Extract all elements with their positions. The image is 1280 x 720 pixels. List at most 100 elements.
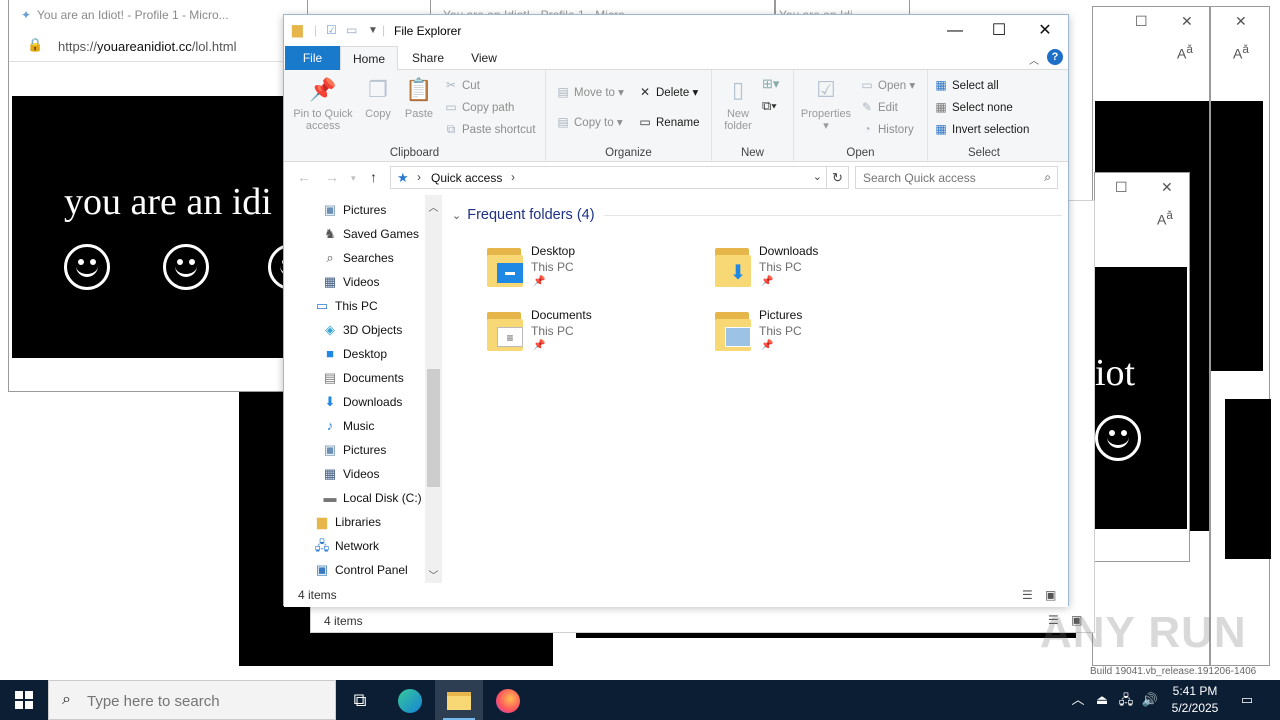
nav-item-control-panel[interactable]: ▣ Control Panel [314,559,408,581]
search-icon[interactable]: ⌕ [1044,170,1051,185]
new-folder-quick-icon[interactable]: ▭ [346,23,357,37]
volume-icon[interactable]: 🔊 [1140,680,1160,720]
folder-tile-documents[interactable]: ≡ Documents This PC 📌 [485,303,685,359]
nav-item-pictures-pc[interactable]: ▣ Pictures [322,439,387,461]
search-input[interactable] [856,167,1031,188]
paste-shortcut-button[interactable]: ⧉ Paste shortcut [444,122,536,137]
maximize-icon[interactable]: ☐ [1135,13,1148,30]
edit-button[interactable]: ✎ Edit [860,100,898,114]
frequent-folders-header[interactable]: ⌄ Frequent folders (4) [452,207,595,223]
paste-shortcut-label: Paste shortcut [462,124,536,136]
nav-item-videos-pc[interactable]: ▦ Videos [322,463,380,485]
scrollbar-thumb[interactable] [427,369,440,487]
scroll-down-icon[interactable]: ﹀ [425,567,442,582]
select-none-button[interactable]: ▦ Select none [934,100,1012,114]
open-button[interactable]: ▭ Open ▾ [860,78,915,92]
nav-item-music[interactable]: ♪ Music [322,415,375,437]
pictures-icon: ▣ [323,202,337,217]
tab-view[interactable]: View [456,46,512,70]
minimize-ribbon-icon[interactable]: ︿ [1029,52,1039,67]
nav-item-videos[interactable]: ▦ Videos [322,271,380,293]
close-icon[interactable]: ✕ [1161,179,1173,196]
scroll-up-icon[interactable]: ︿ [425,199,442,214]
nav-item-saved-games[interactable]: ♞ Saved Games [322,223,419,245]
nav-item-pictures[interactable]: ▣ Pictures [322,199,387,221]
nav-item-documents[interactable]: ▤ Documents [322,367,404,389]
tab-home[interactable]: Home [340,46,398,71]
taskbar-search-input[interactable] [87,690,327,712]
address-dropdown-icon[interactable]: ⌄ [813,170,822,183]
easy-access-icon[interactable]: ⧉▾ [762,98,777,114]
nav-item-libraries[interactable]: ▆ Libraries [314,511,381,533]
select-all-button[interactable]: ▦ Select all [934,78,998,92]
folder-tile-pictures[interactable]: Pictures This PC 📌 [713,303,913,359]
breadcrumb-quick-access[interactable]: Quick access [431,171,502,185]
maximize-icon[interactable]: ☐ [1115,179,1128,196]
refresh-button[interactable]: ↻ [827,166,849,189]
taskbar-search[interactable]: ⌕ [48,680,336,720]
nav-item-3d-objects[interactable]: ◈ 3D Objects [322,319,402,341]
minimize-button[interactable]: — [932,15,978,46]
close-icon[interactable]: ✕ [1235,13,1247,30]
browser-address-bar[interactable]: 🔒 https://youareanidiot.cc/lol.html [9,30,307,62]
nav-item-network[interactable]: 🖧 Network [314,535,379,557]
show-hidden-icons-icon[interactable]: ︿ [1068,680,1088,720]
properties-quick-icon[interactable]: ☑ [326,23,337,37]
delete-button[interactable]: ✕ Delete ▾ [638,85,698,99]
folder-tile-desktop[interactable]: ▬ Desktop This PC 📌 [485,239,685,295]
breadcrumb-chevron-icon[interactable]: › [417,170,421,184]
nav-scrollbar[interactable]: ︿ ﹀ [425,195,442,583]
cut-button[interactable]: ✂ Cut [444,78,480,92]
usb-icon[interactable]: ⏏ [1092,680,1112,720]
nav-item-downloads[interactable]: ⬇ Downloads [322,391,403,413]
nav-item-searches[interactable]: ⌕ Searches [322,247,393,269]
close-icon[interactable]: ✕ [1181,13,1193,30]
search-box[interactable]: ⌕ [855,166,1058,189]
details-view-icon[interactable]: ☰ [1022,588,1033,602]
file-explorer-taskbar-icon[interactable] [435,680,483,720]
history-button[interactable]: ◔ History [860,122,913,136]
copy-button[interactable]: ❐ Copy [360,76,396,120]
rename-button[interactable]: ▭ Rename [638,115,699,129]
new-folder-button[interactable]: ▯ New folder [716,76,760,132]
forward-arrow-icon[interactable]: → [325,169,339,185]
task-view-button[interactable]: ⧉ [336,680,384,720]
customize-quick-access-icon[interactable]: ▼ [368,25,378,36]
tab-file[interactable]: File [285,46,340,70]
pin-to-quick-access-button[interactable]: 📌 Pin to Quick access [290,76,356,132]
read-aloud-icon[interactable]: Aǎ [1157,209,1173,228]
firefox-icon[interactable] [484,680,532,720]
move-to-button[interactable]: ▤ Move to ▾ [556,85,624,99]
tab-share[interactable]: Share [400,46,456,70]
help-icon[interactable]: ? [1047,49,1063,65]
breadcrumb-chevron-icon[interactable]: › [511,170,515,184]
folder-tile-downloads[interactable]: ⬇ Downloads This PC 📌 [713,239,913,295]
copy-to-button[interactable]: ▤ Copy to ▾ [556,115,622,129]
chevron-down-icon[interactable]: ⌄ [452,209,461,222]
folder-location: This PC [759,260,802,274]
notifications-icon[interactable]: ▭ [1236,680,1258,720]
large-icons-view-icon[interactable]: ▣ [1045,588,1056,602]
recent-locations-icon[interactable]: ▾ [351,173,356,184]
idiot-text: you are an idi [64,181,272,223]
network-status-icon[interactable]: 🖧 [1116,680,1136,720]
read-aloud-icon[interactable]: Aǎ [1177,43,1193,62]
nav-item-desktop[interactable]: ■ Desktop [322,343,387,365]
read-aloud-icon[interactable]: Aǎ [1233,43,1249,62]
copy-path-button[interactable]: ▭ Copy path [444,100,514,114]
invert-selection-button[interactable]: ▦ Invert selection [934,122,1029,136]
maximize-button[interactable]: ☐ [976,15,1022,46]
nav-item-this-pc[interactable]: ▭ This PC [314,295,378,317]
properties-button[interactable]: ☑ Properties ▾ [798,76,854,132]
address-bar[interactable]: ★ › Quick access › ⌄ [390,166,827,189]
up-arrow-icon[interactable]: ↑ [370,169,377,185]
clock[interactable]: 5:41 PM 5/2/2025 [1160,683,1230,717]
start-button[interactable] [0,680,48,720]
edge-icon[interactable] [386,680,434,720]
pin-icon: 📌 [309,77,337,102]
paste-button[interactable]: 📋 Paste [401,76,437,120]
close-button[interactable]: ✕ [1022,15,1068,46]
new-item-icon[interactable]: ⊞▾ [762,76,779,92]
back-arrow-icon[interactable]: ← [297,169,311,185]
nav-item-local-disk[interactable]: ▬ Local Disk (C:) [322,487,422,509]
